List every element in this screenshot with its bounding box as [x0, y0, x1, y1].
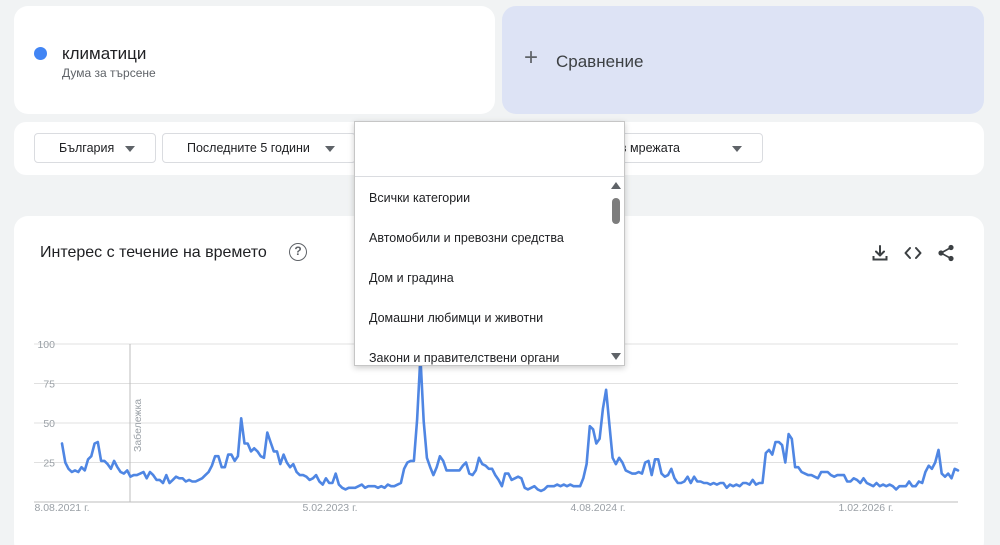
x-tick-label: 8.08.2021 г.: [34, 502, 89, 514]
category-search-box[interactable]: [355, 122, 624, 177]
y-tick-label: 100: [37, 339, 55, 351]
category-item-autos[interactable]: Автомобили и превозни средства: [369, 231, 564, 245]
category-item-law-government[interactable]: Закони и правителствени органи: [369, 351, 559, 365]
scroll-up-arrow-icon[interactable]: [611, 182, 621, 189]
scroll-down-arrow-icon[interactable]: [611, 353, 621, 360]
category-search-input[interactable]: [355, 122, 624, 176]
chart-x-ticks: 8.08.2021 г. 5.02.2023 г. 4.08.2024 г. 1.02…: [34, 502, 893, 514]
category-item-all[interactable]: Всички категории: [369, 191, 470, 205]
x-tick-label: 1.02.2026 г.: [838, 502, 893, 514]
note-marker-label: Забележка: [132, 399, 144, 452]
y-tick-label: 25: [43, 458, 55, 470]
x-tick-label: 4.08.2024 г.: [570, 502, 625, 514]
x-tick-label: 5.02.2023 г.: [302, 502, 357, 514]
category-dropdown[interactable]: Всички категории Автомобили и превозни с…: [354, 121, 625, 366]
chart-y-ticks: 100 75 50 25: [37, 339, 55, 470]
category-item-home-garden[interactable]: Дом и градина: [369, 271, 454, 285]
scrollbar-thumb[interactable]: [612, 198, 620, 224]
dropdown-scrollbar[interactable]: [608, 177, 624, 365]
category-item-pets[interactable]: Домашни любимци и животни: [369, 311, 543, 325]
y-tick-label: 75: [43, 379, 55, 391]
y-tick-label: 50: [43, 418, 55, 430]
series-line-климатици: [60, 355, 960, 493]
